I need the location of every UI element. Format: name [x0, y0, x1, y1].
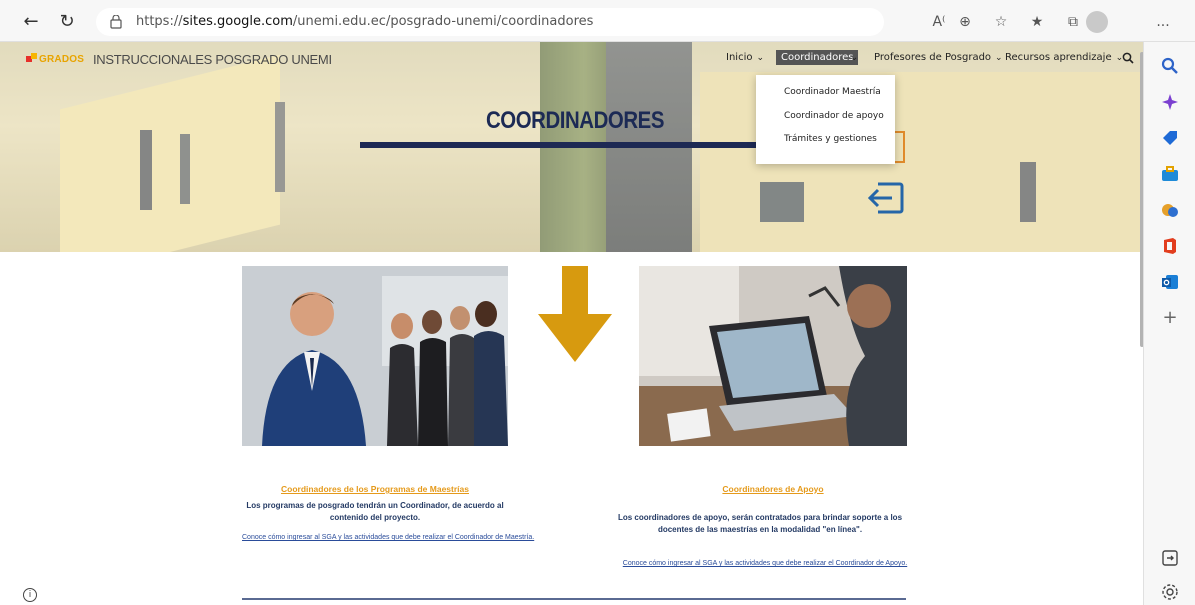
link-sga-apoyo[interactable]: Conoce cómo ingresar al SGA y las activi… — [610, 560, 920, 567]
chevron-down-icon[interactable]: ⌄ — [995, 53, 1003, 63]
browser-window: ← ↻ https://sites.google.com/unemi.edu.e… — [0, 0, 1195, 605]
profile-avatar[interactable] — [1086, 11, 1108, 33]
site-title[interactable]: INSTRUCCIONALES POSGRADO UNEMI — [93, 52, 332, 67]
refresh-icon[interactable]: ↻ — [56, 11, 78, 33]
office-icon[interactable] — [1160, 236, 1180, 256]
dropdown-item-maestria[interactable]: Coordinador Maestría — [784, 87, 881, 97]
laptop-video-call-image — [639, 266, 907, 446]
zoom-icon[interactable]: ⊕ — [954, 11, 976, 33]
coordinadores-dropdown: Coordinador Maestría Coordinador de apoy… — [756, 75, 895, 164]
address-bar[interactable]: https://sites.google.com/unemi.edu.ec/po… — [96, 8, 884, 36]
video-call-photo — [639, 266, 907, 446]
door-frame-icon — [894, 131, 905, 163]
back-icon[interactable]: ← — [20, 11, 42, 33]
section-title-maestrias: Coordinadores de los Programas de Maestr… — [280, 484, 469, 494]
read-aloud-icon[interactable]: A⁽ — [928, 11, 950, 33]
section-body-apoyo: Los coordinadores de apoyo, serán contra… — [617, 513, 903, 534]
copilot-sparkle-icon[interactable] — [1160, 92, 1180, 112]
settings-gear-icon[interactable] — [1160, 582, 1180, 602]
business-people-image — [242, 266, 508, 446]
add-icon[interactable]: + — [1160, 308, 1180, 328]
logo-text: GRADOS — [39, 54, 85, 65]
search-icon[interactable] — [1122, 52, 1134, 64]
site-header: GRADOS INSTRUCCIONALES POSGRADO UNEMI In… — [0, 42, 1143, 76]
exit-icon — [867, 182, 904, 214]
section-title-apoyo: Coordinadores de Apoyo — [722, 484, 824, 494]
nav-profesores[interactable]: Profesores de Posgrado ⌄ — [874, 52, 1003, 63]
nav-label: Coordinadores — [781, 52, 854, 63]
tools-briefcase-icon[interactable] — [1160, 164, 1180, 184]
section-body-maestrias: Los programas de posgrado tendrán un Coo… — [246, 501, 504, 522]
logo-square — [31, 53, 37, 59]
coordinator-photo — [242, 266, 508, 446]
outlook-icon[interactable] — [1160, 272, 1180, 292]
arrow-down-icon — [538, 266, 612, 362]
games-icon[interactable] — [1160, 200, 1180, 220]
dropdown-item-tramites[interactable]: Trámites y gestiones — [784, 134, 877, 144]
nav-coordinadores[interactable]: Coordinadores — [776, 50, 859, 65]
nav-label: Profesores de Posgrado — [874, 52, 992, 63]
collections-icon[interactable]: ⧉ — [1062, 11, 1084, 33]
shopping-tag-icon[interactable] — [1160, 128, 1180, 148]
nav-label: Recursos aprendizaje — [1005, 52, 1112, 63]
nav-label: Inicio — [726, 52, 753, 63]
browser-sidebar: + — [1143, 42, 1195, 605]
favorite-add-icon[interactable]: ☆ — [990, 11, 1012, 33]
chevron-down-icon[interactable]: ⌄ — [850, 52, 858, 63]
more-menu-icon[interactable]: ... — [1152, 11, 1174, 33]
footer-divider — [242, 598, 906, 600]
search-icon[interactable] — [1160, 56, 1180, 76]
title-underline — [360, 142, 778, 148]
page-viewport: COORDINADORES GRADOS INSTRUCCIONALES POS… — [0, 42, 1143, 605]
nav-inicio[interactable]: Inicio ⌄ — [726, 52, 764, 63]
info-icon[interactable]: i — [23, 588, 37, 602]
page-info-icon[interactable] — [110, 15, 122, 29]
chevron-down-icon[interactable]: ⌄ — [756, 53, 764, 63]
url-text: https://sites.google.com/unemi.edu.ec/po… — [136, 14, 594, 29]
dropdown-item-apoyo[interactable]: Coordinador de apoyo — [784, 111, 884, 121]
browser-toolbar: ← ↻ https://sites.google.com/unemi.edu.e… — [0, 0, 1195, 42]
sidebar-toggle-icon[interactable] — [1160, 548, 1180, 568]
favorites-icon[interactable]: ★ — [1026, 11, 1048, 33]
nav-recursos[interactable]: Recursos aprendizaje ⌄ — [1005, 52, 1123, 63]
page-title: COORDINADORES — [485, 107, 665, 134]
link-sga-maestria[interactable]: Conoce cómo ingresar al SGA y las activi… — [242, 534, 534, 541]
site-logo[interactable]: GRADOS — [26, 53, 86, 67]
